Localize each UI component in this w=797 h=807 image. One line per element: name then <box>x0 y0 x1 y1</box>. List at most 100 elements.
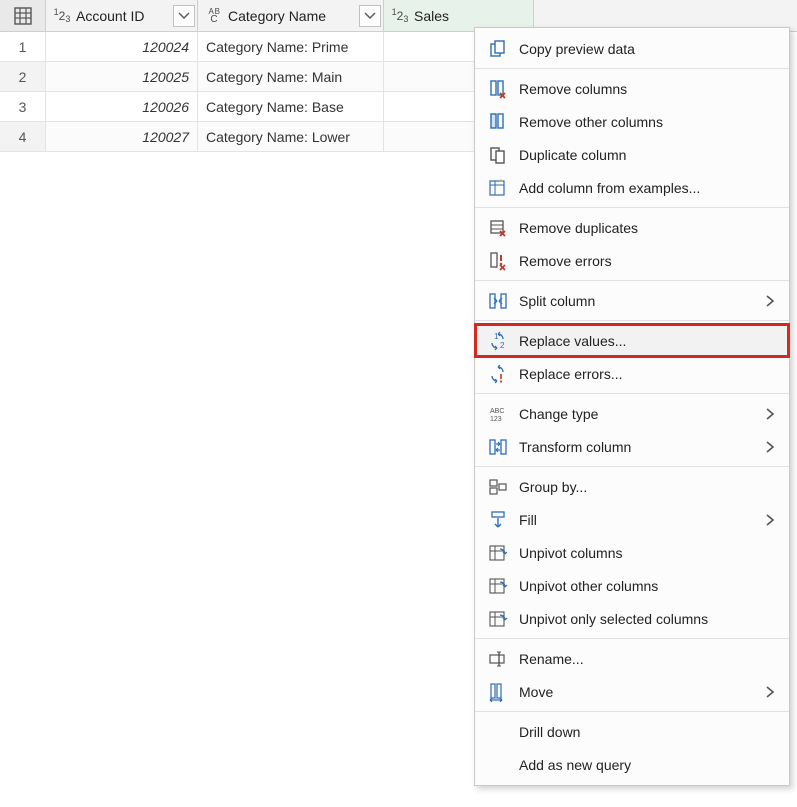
unpivot-columns-icon-slot <box>485 542 511 564</box>
number-type-icon: 123 <box>390 6 410 26</box>
cell-account-id[interactable]: 120026 <box>46 92 198 122</box>
menu-item-split-column[interactable]: Split column <box>475 284 789 317</box>
chevron-right-icon <box>763 686 777 698</box>
chevron-down-icon <box>365 13 375 19</box>
menu-item-remove-dupes[interactable]: Remove duplicates <box>475 211 789 244</box>
menu-item-label: Unpivot only selected columns <box>519 611 777 627</box>
table-icon <box>14 7 32 25</box>
move-icon-slot <box>485 681 511 703</box>
add-from-examples-icon-slot <box>485 177 511 199</box>
change-type-icon: ABC123 <box>488 404 508 424</box>
rename-icon <box>488 649 508 669</box>
menu-item-label: Group by... <box>519 479 777 495</box>
menu-item-replace-errors[interactable]: Replace errors... <box>475 357 789 390</box>
table-corner-cell[interactable] <box>0 0 46 31</box>
menu-item-label: Remove columns <box>519 81 777 97</box>
column-title: Sales <box>414 8 531 24</box>
cell-category-name[interactable]: Category Name: Main <box>198 62 384 92</box>
row-number-cell[interactable]: 1 <box>0 32 46 62</box>
column-header-category-name[interactable]: A BC Category Name <box>198 0 384 31</box>
unpivot-other-icon-slot <box>485 575 511 597</box>
transform-column-icon-slot <box>485 436 511 458</box>
replace-values-icon: 12 <box>488 331 508 351</box>
fill-icon <box>488 510 508 530</box>
chevron-right-icon <box>763 408 777 420</box>
menu-item-change-type[interactable]: ABC123 Change type <box>475 397 789 430</box>
menu-item-remove-columns[interactable]: Remove columns <box>475 72 789 105</box>
menu-item-group-by[interactable]: Group by... <box>475 470 789 503</box>
menu-item-label: Add as new query <box>519 757 777 773</box>
row-number-cell[interactable]: 4 <box>0 122 46 152</box>
menu-item-replace-values[interactable]: 12 Replace values... <box>475 324 789 357</box>
menu-item-label: Replace values... <box>519 333 777 349</box>
menu-item-label: Drill down <box>519 724 777 740</box>
chevron-right-icon <box>763 295 777 307</box>
svg-text:ABC: ABC <box>490 408 504 415</box>
duplicate-column-icon <box>488 145 508 165</box>
menu-separator <box>475 466 789 467</box>
menu-item-unpivot-selected[interactable]: Unpivot only selected columns <box>475 602 789 635</box>
chevron-down-icon <box>179 13 189 19</box>
copy-icon <box>488 39 508 59</box>
cell-account-id[interactable]: 120027 <box>46 122 198 152</box>
remove-columns-icon-slot <box>485 78 511 100</box>
menu-item-add-new-query[interactable]: Add as new query <box>475 748 789 781</box>
menu-item-label: Remove errors <box>519 253 777 269</box>
replace-errors-icon-slot <box>485 363 511 385</box>
menu-separator <box>475 280 789 281</box>
menu-item-fill[interactable]: Fill <box>475 503 789 536</box>
menu-item-move[interactable]: Move <box>475 675 789 708</box>
menu-item-copy-preview[interactable]: Copy preview data <box>475 32 789 65</box>
remove-other-columns-icon <box>488 112 508 132</box>
remove-duplicates-icon <box>488 218 508 238</box>
menu-item-remove-errors[interactable]: Remove errors <box>475 244 789 277</box>
filter-dropdown-button[interactable] <box>173 5 195 27</box>
group-by-icon <box>488 477 508 497</box>
menu-item-label: Remove other columns <box>519 114 777 130</box>
remove-errors-icon-slot <box>485 250 511 272</box>
unpivot-selected-icon-slot <box>485 608 511 630</box>
menu-item-label: Split column <box>519 293 763 309</box>
svg-text:123: 123 <box>490 416 502 423</box>
cell-account-id[interactable]: 120025 <box>46 62 198 92</box>
drill-down-icon-slot <box>485 721 511 743</box>
menu-separator <box>475 207 789 208</box>
menu-item-drill-down[interactable]: Drill down <box>475 715 789 748</box>
menu-item-label: Change type <box>519 406 763 422</box>
remove-columns-icon <box>488 79 508 99</box>
split-column-icon-slot <box>485 290 511 312</box>
row-number-cell[interactable]: 3 <box>0 92 46 122</box>
menu-item-transform-column[interactable]: Transform column <box>475 430 789 463</box>
menu-item-duplicate-column[interactable]: Duplicate column <box>475 138 789 171</box>
menu-item-remove-other[interactable]: Remove other columns <box>475 105 789 138</box>
change-type-icon-slot: ABC123 <box>485 403 511 425</box>
cell-category-name[interactable]: Category Name: Base <box>198 92 384 122</box>
menu-item-unpivot-other[interactable]: Unpivot other columns <box>475 569 789 602</box>
replace-errors-icon <box>488 364 508 384</box>
menu-item-add-from-examples[interactable]: Add column from examples... <box>475 171 789 204</box>
menu-item-rename[interactable]: Rename... <box>475 642 789 675</box>
menu-item-label: Transform column <box>519 439 763 455</box>
menu-item-label: Duplicate column <box>519 147 777 163</box>
filter-dropdown-button[interactable] <box>359 5 381 27</box>
menu-item-label: Unpivot other columns <box>519 578 777 594</box>
group-by-icon-slot <box>485 476 511 498</box>
menu-separator <box>475 711 789 712</box>
fill-icon-slot <box>485 509 511 531</box>
split-column-icon <box>488 291 508 311</box>
unpivot-icon <box>488 609 508 629</box>
menu-item-unpivot-columns[interactable]: Unpivot columns <box>475 536 789 569</box>
menu-item-label: Copy preview data <box>519 41 777 57</box>
menu-item-label: Replace errors... <box>519 366 777 382</box>
menu-item-label: Move <box>519 684 763 700</box>
replace-values-icon-slot: 12 <box>485 330 511 352</box>
row-number-cell[interactable]: 2 <box>0 62 46 92</box>
remove-dupes-icon-slot <box>485 217 511 239</box>
unpivot-icon <box>488 576 508 596</box>
column-header-account-id[interactable]: 123 Account ID <box>46 0 198 31</box>
cell-category-name[interactable]: Category Name: Prime <box>198 32 384 62</box>
chevron-right-icon <box>763 514 777 526</box>
cell-category-name[interactable]: Category Name: Lower <box>198 122 384 152</box>
cell-account-id[interactable]: 120024 <box>46 32 198 62</box>
add-column-examples-icon <box>488 178 508 198</box>
